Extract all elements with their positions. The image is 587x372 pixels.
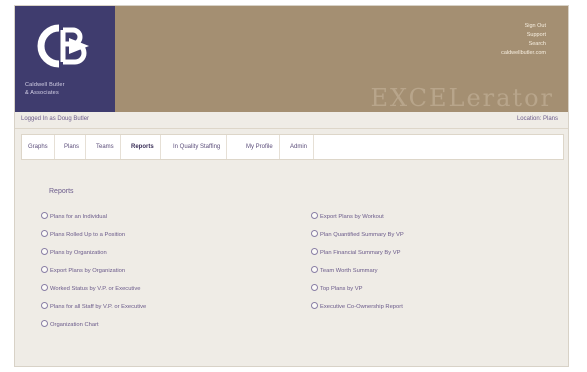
cb-logo-icon (37, 24, 89, 68)
report-option[interactable]: Plans for all Staff by V.P. or Executive (41, 302, 147, 311)
report-label: Worked Status by V.P. or Executive (50, 286, 141, 293)
report-label: Top Plans by VP (320, 286, 363, 293)
radio-icon[interactable] (311, 248, 318, 255)
report-option[interactable]: Plan Financial Summary By VP (311, 248, 401, 257)
logo-tagline-1: Caldwell Butler (25, 82, 65, 88)
logo-tagline-2: & Associates (25, 90, 59, 96)
tab-graphs[interactable]: Graphs (22, 135, 55, 159)
app-frame: Caldwell Butler & Associates Sign Out Su… (14, 5, 569, 367)
radio-icon[interactable] (41, 266, 48, 273)
sign-out-link[interactable]: Sign Out (501, 22, 546, 31)
report-option[interactable]: Worked Status by V.P. or Executive (41, 284, 141, 293)
report-label: Team Worth Summary (320, 268, 378, 275)
report-label: Plans Rolled Up to a Position (50, 232, 126, 239)
header-banner: Caldwell Butler & Associates Sign Out Su… (15, 6, 568, 112)
reports-heading: Reports (49, 188, 74, 195)
report-option[interactable]: Top Plans by VP (311, 284, 363, 293)
report-option[interactable]: Executive Co-Ownership Report (311, 302, 403, 311)
website-link[interactable]: caldwellbutler.com (501, 49, 546, 58)
report-option[interactable]: Plans by Organization (41, 248, 107, 257)
report-label: Export Plans by Workout (320, 214, 384, 221)
report-label: Organization Chart (50, 322, 99, 329)
report-option[interactable]: Export Plans by Organization (41, 266, 126, 275)
radio-icon[interactable] (41, 248, 48, 255)
radio-icon[interactable] (41, 320, 48, 327)
tab-admin[interactable]: Admin (284, 135, 315, 159)
brand-name: EXCELerator (370, 84, 554, 112)
report-label: Plan Financial Summary By VP (320, 250, 401, 257)
report-label: Plans by Organization (50, 250, 107, 257)
report-option[interactable]: Team Worth Summary (311, 266, 378, 275)
radio-icon[interactable] (41, 230, 48, 237)
report-label: Plans for an Individual (50, 214, 108, 221)
logged-in-user: Logged In as Doug Butler (21, 116, 90, 122)
radio-icon[interactable] (311, 302, 318, 309)
report-option[interactable]: Plan Quantified Summary By VP (311, 230, 404, 239)
tab-my-profile[interactable]: My Profile (240, 135, 280, 159)
header-links: Sign Out Support Search caldwellbutler.c… (501, 22, 546, 58)
report-option[interactable]: Plans Rolled Up to a Position (41, 230, 126, 239)
location-label: Location: Plans (516, 116, 558, 122)
radio-icon[interactable] (41, 284, 48, 291)
radio-icon[interactable] (311, 212, 318, 219)
radio-icon[interactable] (41, 302, 48, 309)
report-label: Plans for all Staff by V.P. or Executive (50, 304, 147, 311)
tab-reports[interactable]: Reports (125, 135, 161, 159)
report-label: Plan Quantified Summary By VP (320, 232, 404, 239)
tab-teams[interactable]: Teams (90, 135, 121, 159)
status-bar: Logged In as Doug Butler Location: Plans (15, 112, 568, 129)
report-label: Export Plans by Organization (50, 268, 126, 275)
radio-icon[interactable] (311, 230, 318, 237)
support-link[interactable]: Support (501, 31, 546, 40)
radio-icon[interactable] (311, 284, 318, 291)
logo[interactable]: Caldwell Butler & Associates (15, 6, 115, 112)
report-option[interactable]: Organization Chart (41, 320, 99, 329)
report-option[interactable]: Export Plans by Workout (311, 212, 384, 221)
report-option[interactable]: Plans for an Individual (41, 212, 108, 221)
tab-bar: Graphs Plans Teams Reports In Quality St… (21, 134, 564, 160)
search-link[interactable]: Search (501, 40, 546, 49)
radio-icon[interactable] (311, 266, 318, 273)
radio-icon[interactable] (41, 212, 48, 219)
report-label: Executive Co-Ownership Report (320, 304, 403, 311)
tab-plans[interactable]: Plans (58, 135, 87, 159)
tab-in-quality-staffing[interactable]: In Quality Staffing (167, 135, 228, 159)
